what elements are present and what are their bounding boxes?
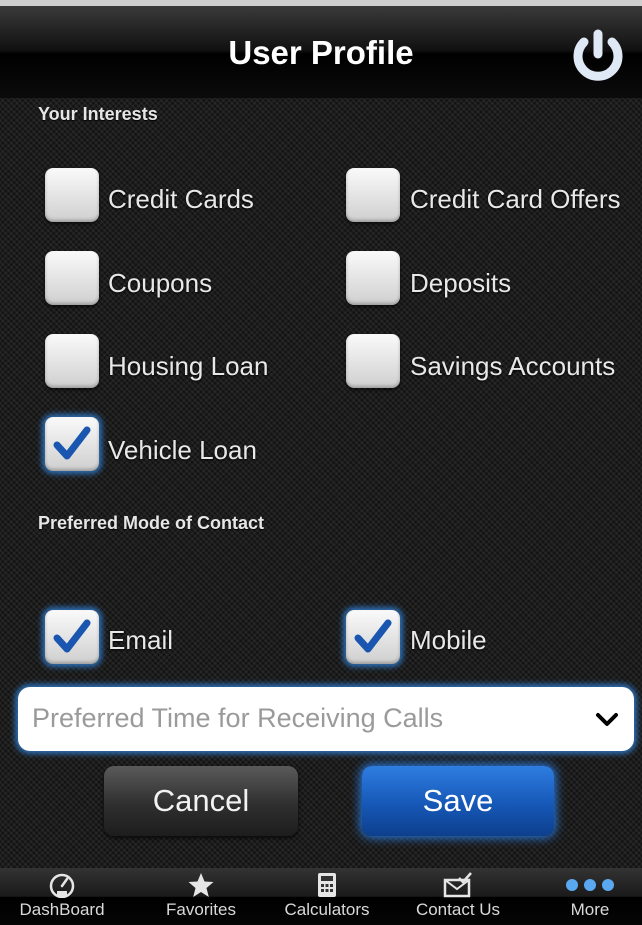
tab-calculators[interactable]: Calculators	[270, 868, 384, 925]
tab-more[interactable]: More	[540, 868, 640, 925]
tab-label: More	[570, 900, 610, 919]
envelope-check-icon	[443, 872, 472, 898]
checkbox-label: Credit Cards	[108, 184, 254, 214]
checkbox-credit-cards[interactable]	[45, 168, 99, 222]
tab-label: Calculators	[284, 900, 370, 919]
cancel-button[interactable]: Cancel	[104, 766, 298, 836]
checkbox-label: Housing Loan	[108, 351, 269, 381]
checkbox-housing-loan[interactable]	[45, 334, 99, 388]
checkbox-credit-card-offers[interactable]	[346, 168, 400, 222]
checkbox-mobile[interactable]	[346, 610, 400, 664]
checkbox-label: Savings Accounts	[410, 351, 616, 381]
checkbox-label: Vehicle Loan	[108, 435, 257, 465]
chevron-down-icon	[596, 713, 618, 726]
checkbox-label: Coupons	[108, 268, 213, 298]
contact-heading: Preferred Mode of Contact	[38, 513, 265, 533]
checkbox-label: Mobile	[410, 625, 487, 655]
star-icon	[188, 873, 214, 897]
checkbox-savings-accounts[interactable]	[346, 334, 400, 388]
checkbox-label: Credit Card Offers	[410, 184, 621, 214]
tab-favorites[interactable]: Favorites	[146, 868, 256, 925]
tab-label: Favorites	[166, 900, 236, 919]
select-placeholder: Preferred Time for Receiving Calls	[32, 703, 444, 733]
tab-label: DashBoard	[19, 900, 105, 919]
tab-dashboard[interactable]: DashBoard	[6, 868, 118, 925]
checkmark-icon	[354, 619, 392, 653]
checkbox-email[interactable]	[45, 610, 99, 664]
page-title: User Profile	[228, 34, 414, 71]
power-icon[interactable]	[568, 26, 628, 86]
checkbox-label: Email	[108, 625, 174, 655]
tab-label: Contact Us	[415, 900, 501, 919]
interests-heading: Your Interests	[38, 104, 158, 124]
tab-contact-us[interactable]: Contact Us	[400, 868, 516, 925]
checkbox-coupons[interactable]	[45, 251, 99, 305]
tab-bar: DashBoard Favorites Calculators Contact …	[0, 868, 642, 925]
save-button[interactable]: Save	[362, 766, 554, 836]
checkbox-vehicle-loan[interactable]	[45, 417, 99, 471]
calculator-icon	[318, 873, 336, 897]
more-dots-icon	[566, 879, 614, 891]
checkbox-deposits[interactable]	[346, 251, 400, 305]
checkbox-label: Deposits	[410, 268, 512, 298]
preferred-time-select[interactable]: Preferred Time for Receiving Calls	[18, 687, 634, 751]
checkmark-icon	[53, 426, 91, 460]
speedometer-icon	[49, 873, 75, 898]
navigation-bar: User Profile	[0, 0, 642, 98]
checkmark-icon	[53, 619, 91, 653]
